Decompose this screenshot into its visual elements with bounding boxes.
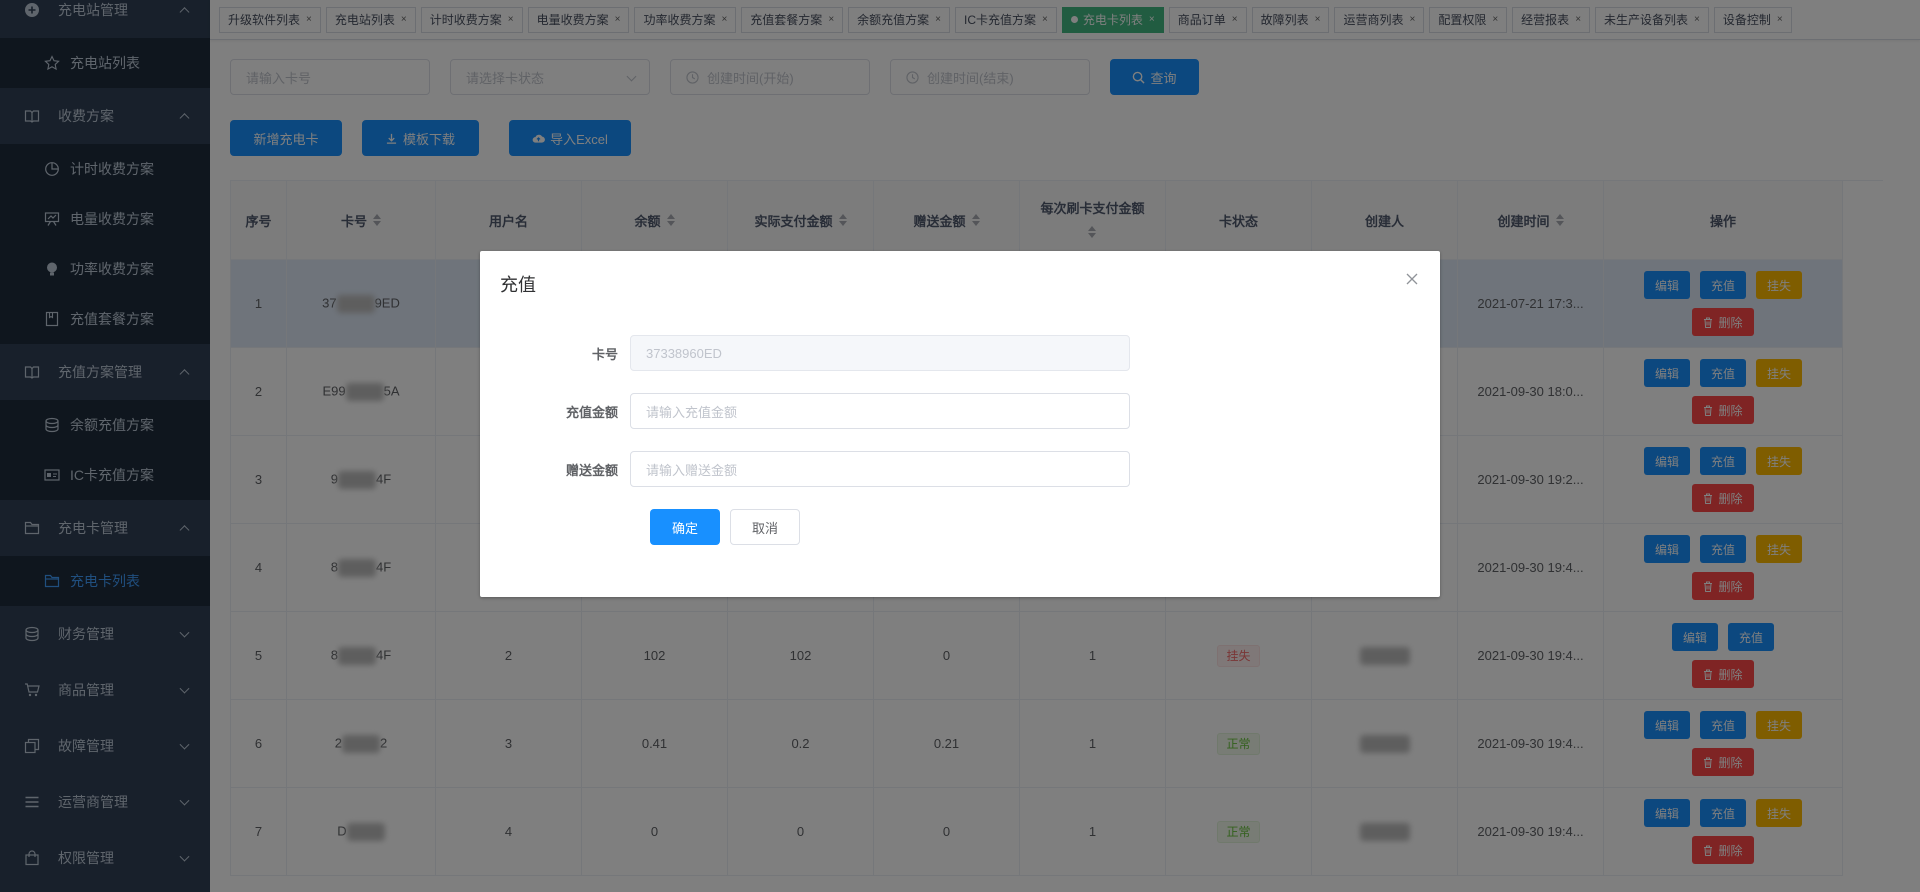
gift-label: 赠送金额 (565, 462, 618, 478)
card-number-label: 卡号 (591, 346, 618, 362)
cancel-button[interactable]: 取消 (730, 509, 800, 545)
recharge-amount-input[interactable]: 请输入充值金额 (630, 393, 1130, 429)
amount-label: 充值金额 (565, 404, 618, 420)
amount-row: 充值金额 请输入充值金额 (500, 393, 1130, 429)
card-number-row: 卡号 37338960ED (500, 335, 1130, 371)
gift-row: 赠送金额 请输入赠送金额 (500, 451, 1130, 487)
card-number-field: 37338960ED (630, 335, 1130, 371)
recharge-amount-placeholder: 请输入充值金额 (646, 404, 738, 420)
confirm-button[interactable]: 确定 (650, 509, 720, 545)
close-icon[interactable] (1404, 271, 1420, 287)
dialog-title: 充值 (500, 275, 536, 295)
gift-amount-placeholder: 请输入赠送金额 (646, 462, 738, 478)
recharge-dialog: 充值 卡号 37338960ED 充值金额 请输入充值金额 赠送金额 请输入赠送… (480, 251, 1440, 597)
card-number-value: 37338960ED (646, 345, 722, 361)
dialog-footer: 确定 取消 (650, 509, 800, 545)
gift-amount-input[interactable]: 请输入赠送金额 (630, 451, 1130, 487)
